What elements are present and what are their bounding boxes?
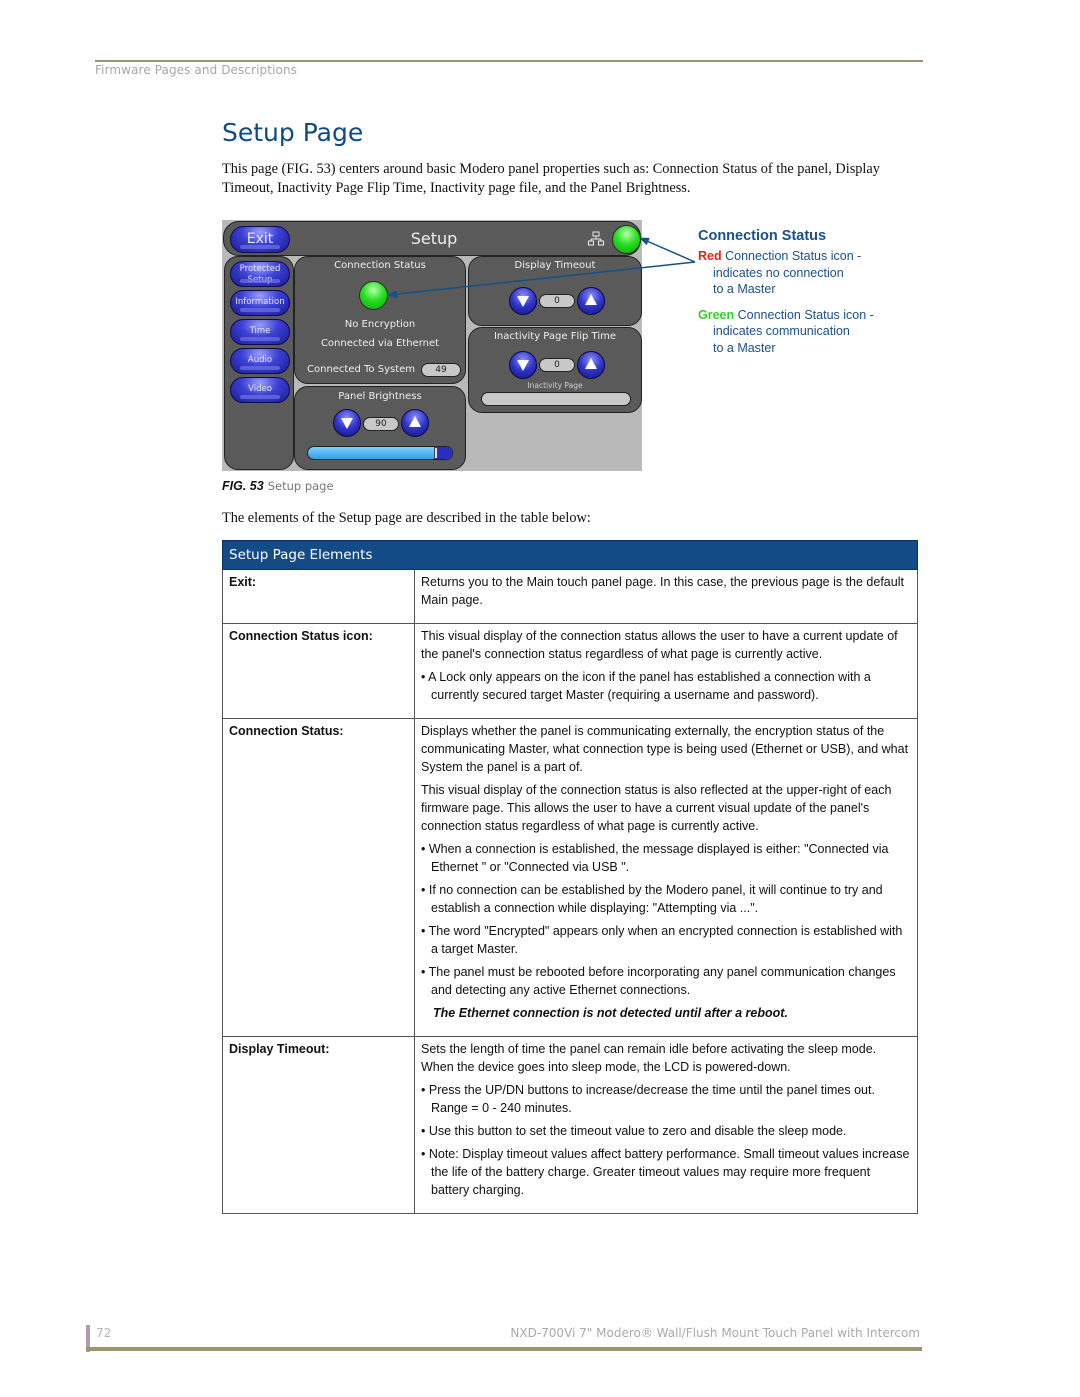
sidebar-item-time[interactable]: Time — [230, 319, 290, 345]
description-paragraph: Returns you to the Main touch panel page… — [421, 575, 904, 607]
legend-green-text-2: indicates communication — [713, 324, 850, 338]
emphasis-note: The Ethernet connection is not detected … — [433, 1006, 788, 1020]
table-title: Setup Page Elements — [222, 540, 918, 570]
connection-status-title: Connection Status — [334, 260, 426, 271]
bullet-item: If no connection can be established by t… — [421, 881, 911, 917]
connection-status-box: Connection Status No Encryption Connecte… — [294, 256, 466, 384]
element-description: This visual display of the connection st… — [414, 623, 918, 719]
description-paragraph: This visual display of the connection st… — [421, 629, 898, 661]
bullet-item: When a connection is established, the me… — [421, 840, 911, 876]
system-number: 49 — [421, 363, 461, 377]
footer-rule — [86, 1347, 922, 1351]
bullet-item: A Lock only appears on the icon if the p… — [421, 668, 911, 704]
inactivity-box: Inactivity Page Flip Time 0 Inactivity P… — [468, 327, 642, 413]
callout-line-top — [639, 237, 696, 263]
slider-remainder — [438, 447, 452, 459]
element-name: Display Timeout: — [222, 1036, 415, 1214]
table-row: Exit: Returns you to the Main touch panel… — [222, 569, 918, 624]
sidebar-item-video[interactable]: Video — [230, 377, 290, 403]
display-timeout-box: Display Timeout 0 — [468, 256, 642, 326]
legend-item-green: Green Connection Status icon - indicates… — [698, 307, 874, 357]
encryption-status: No Encryption — [344, 319, 416, 330]
brightness-up-button[interactable] — [401, 409, 429, 437]
inactivity-down-button[interactable] — [509, 351, 537, 379]
description-paragraph: This visual display of the connection st… — [421, 783, 892, 833]
timeout-value: 0 — [539, 294, 575, 308]
description-paragraph: Sets the length of time the panel can re… — [421, 1042, 877, 1074]
table-row: Connection Status icon: This visual displ… — [222, 623, 918, 719]
inactivity-page-label: Inactivity Page — [527, 381, 583, 390]
sidebar-item-audio[interactable]: Audio — [230, 348, 290, 374]
legend-green-word: Green — [698, 307, 735, 322]
element-name: Exit: — [222, 569, 415, 624]
running-head: Firmware Pages and Descriptions — [95, 63, 298, 77]
table-row: Connection Status: Displays whether the p… — [222, 718, 918, 1037]
legend-green-text: Connection Status icon - — [737, 307, 874, 322]
brightness-value: 90 — [363, 417, 399, 431]
timeout-down-button[interactable] — [509, 287, 537, 315]
bullet-item: Use this button to set the timeout value… — [421, 1122, 911, 1140]
bullet-item: The panel must be rebooted before incorp… — [421, 963, 911, 999]
figure-number: FIG. 53 — [222, 479, 264, 493]
table-lead-text: The elements of the Setup page are descr… — [222, 510, 591, 526]
element-description: Sets the length of time the panel can re… — [414, 1036, 918, 1214]
header-rule — [95, 60, 923, 62]
brightness-title: Panel Brightness — [338, 391, 422, 402]
description-paragraph: Displays whether the panel is communicat… — [421, 724, 909, 774]
legend-green-text-3: to a Master — [713, 340, 776, 355]
display-timeout-title: Display Timeout — [514, 260, 596, 271]
bullet-item: The word "Encrypted" appears only when a… — [421, 922, 911, 958]
timeout-up-button[interactable] — [577, 287, 605, 315]
sidebar-item-protected-setup[interactable]: Protected Setup — [230, 261, 290, 287]
page-title: Setup Page — [222, 118, 364, 147]
intro-paragraph: This page (FIG. 53) centers around basic… — [222, 161, 880, 196]
figure-caption: FIG. 53 Setup page — [222, 479, 334, 493]
brightness-slider[interactable] — [307, 446, 453, 460]
panel-sidebar: Protected Setup Information Time Audio V… — [224, 256, 294, 470]
element-name: Connection Status icon: — [222, 623, 415, 719]
connection-status-legend: Connection Status Red Connection Status … — [698, 228, 874, 365]
element-description: Displays whether the panel is communicat… — [414, 718, 918, 1037]
inactivity-page-field[interactable] — [481, 392, 631, 406]
inactivity-value: 0 — [539, 358, 575, 372]
bullet-item: Note: Display timeout values affect batt… — [421, 1145, 911, 1199]
panel-title-bar: Exit Setup — [223, 221, 641, 256]
slider-handle[interactable] — [434, 447, 438, 459]
connection-status-icon — [612, 225, 641, 254]
panel-title: Setup — [410, 229, 458, 248]
panel-brightness-box: Panel Brightness 90 — [294, 386, 466, 470]
document-title: NXD-700Vi 7" Modero® Wall/Flush Mount To… — [510, 1326, 920, 1340]
legend-red-text-3: to a Master — [713, 282, 776, 296]
element-description: Returns you to the Main touch panel page… — [414, 569, 918, 624]
table-row: Display Timeout: Sets the length of time … — [222, 1036, 918, 1214]
setup-page-elements-table: Setup Page Elements Exit: Returns you to … — [222, 540, 918, 1214]
legend-red-text: Connection Status icon - — [725, 249, 862, 263]
element-name: Connection Status: — [222, 718, 415, 1037]
page-number: 72 — [96, 1326, 112, 1340]
legend-red-word: Red — [698, 249, 722, 263]
inactivity-title: Inactivity Page Flip Time — [493, 331, 617, 342]
legend-item-red: Red Connection Status icon - indicates n… — [698, 248, 874, 298]
connection-type: Connected via Ethernet — [320, 338, 440, 349]
legend-title: Connection Status — [698, 228, 827, 244]
figure-caption-text: Setup page — [267, 479, 334, 493]
connection-status-led — [359, 281, 388, 310]
network-icon — [588, 231, 604, 246]
setup-page-screenshot: Exit Setup Protected Setup Information T… — [222, 220, 642, 471]
legend-red-text-2: indicates no connection — [713, 265, 844, 280]
inactivity-up-button[interactable] — [577, 351, 605, 379]
brightness-down-button[interactable] — [333, 409, 361, 437]
bullet-item: Press the UP/DN buttons to increase/decr… — [421, 1081, 911, 1117]
sidebar-item-information[interactable]: Information — [230, 290, 290, 316]
